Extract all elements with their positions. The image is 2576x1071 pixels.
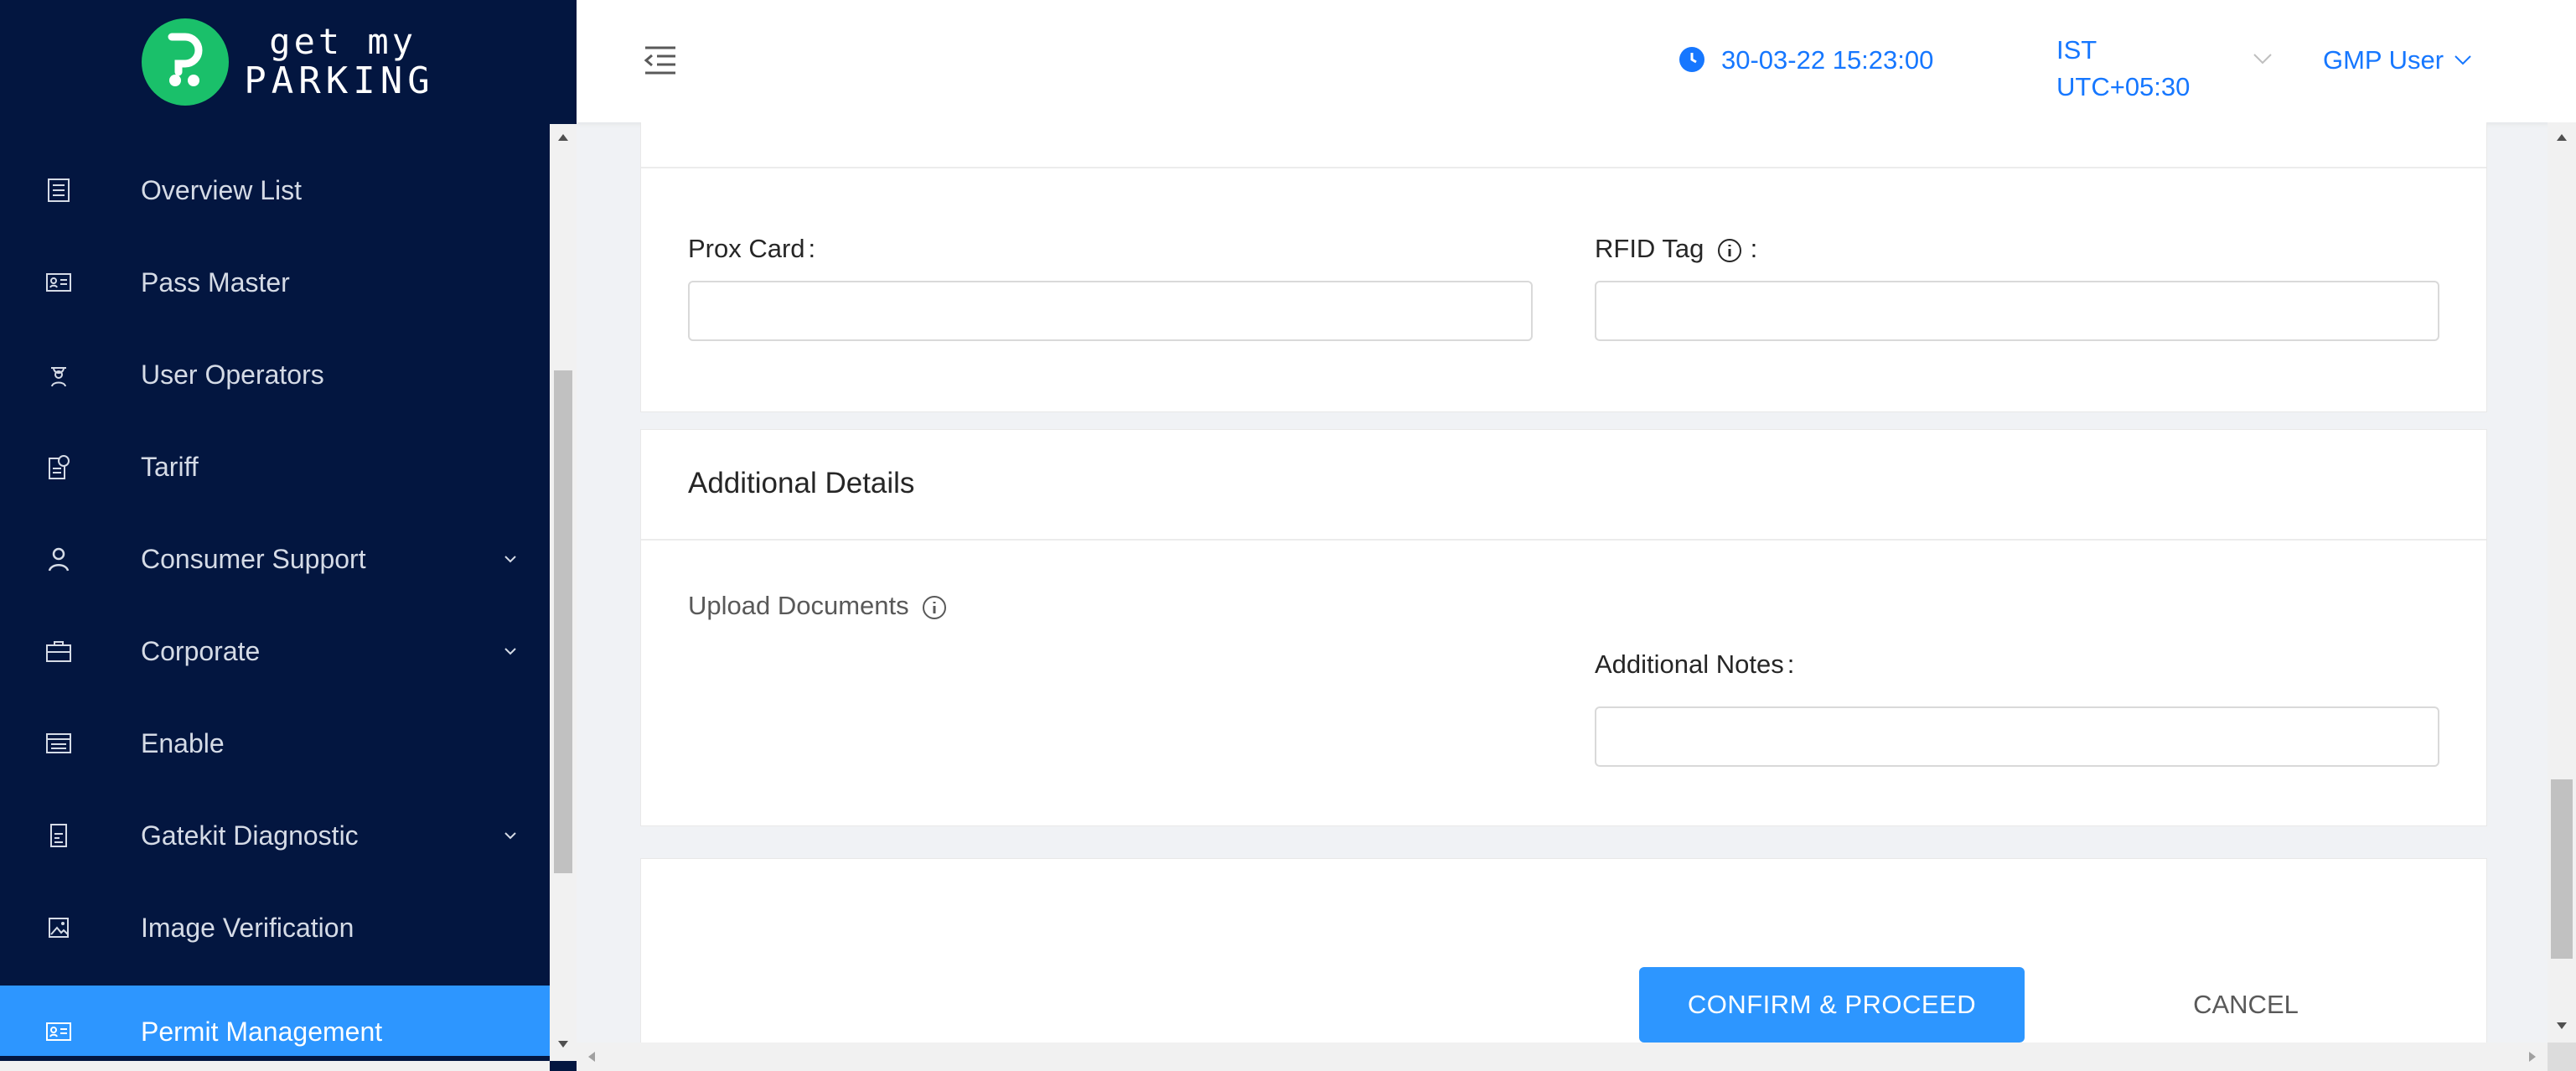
- timezone-name: IST: [2056, 35, 2098, 65]
- sidebar-item-label: Corporate: [141, 635, 261, 666]
- horizontal-scrollbar[interactable]: [577, 1043, 2548, 1071]
- main-scroll-thumb[interactable]: [2551, 779, 2573, 959]
- sidebar-item-label: Enable: [141, 727, 225, 758]
- sidebar-item-label: Consumer Support: [141, 543, 366, 574]
- sidebar-item-overview-list[interactable]: Overview List: [0, 144, 550, 236]
- additional-details-card: Additional Details Upload Documents Addi…: [640, 429, 2487, 826]
- additional-notes-label: Additional Notes:: [1595, 649, 1795, 679]
- scroll-right-arrow[interactable]: [2529, 1052, 2536, 1062]
- main-scrollbar[interactable]: [2548, 122, 2576, 1043]
- chevron-down-icon: [504, 556, 516, 563]
- scrollbar-corner: [2548, 1043, 2576, 1071]
- info-icon[interactable]: [1716, 237, 1743, 264]
- scroll-up-arrow[interactable]: [558, 134, 568, 141]
- scroll-left-arrow[interactable]: [588, 1052, 595, 1062]
- info-icon[interactable]: [921, 594, 948, 621]
- chevron-down-icon: [504, 832, 516, 840]
- timezone-select[interactable]: IST UTC+05:30: [2056, 32, 2190, 106]
- sidebar-item-pass-master[interactable]: Pass Master: [0, 236, 550, 329]
- brand-text: get my PARKING: [244, 20, 435, 102]
- sidebar-scrollbar[interactable]: [550, 124, 577, 1061]
- prox-card-input[interactable]: [688, 281, 1533, 341]
- permit-icon: [44, 1017, 74, 1047]
- brand-line1: get my: [269, 20, 416, 62]
- briefcase-icon: [44, 636, 74, 666]
- prox-card-label: Prox Card:: [688, 234, 816, 263]
- user-icon: [44, 544, 74, 574]
- cancel-button[interactable]: CANCEL: [2145, 967, 2346, 1043]
- id-card-icon: [44, 267, 74, 298]
- sidebar-item-label: Tariff: [141, 451, 199, 482]
- enable-icon: [44, 728, 74, 758]
- list-icon: [44, 175, 74, 205]
- main-content: Prox Card: RFID Tag : Additional Details…: [577, 122, 2548, 1043]
- user-menu[interactable]: GMP User: [2323, 45, 2472, 75]
- logo-icon: [142, 18, 230, 106]
- confirm-proceed-button[interactable]: CONFIRM & PROCEED: [1639, 967, 2025, 1043]
- sidebar-item-image-verification[interactable]: Image Verification: [0, 882, 550, 974]
- diagnostic-icon: [44, 820, 74, 851]
- card-divider: [641, 539, 2486, 541]
- operator-icon: [44, 360, 74, 390]
- chevron-down-icon: [504, 648, 516, 655]
- rfid-tag-label: RFID Tag :: [1595, 234, 1758, 264]
- sidebar-item-label: Permit Management: [141, 1016, 383, 1047]
- sidebar-item-label: Pass Master: [141, 266, 290, 298]
- chevron-down-icon[interactable]: [2253, 52, 2273, 65]
- sidebar-item-label: Image Verification: [141, 912, 354, 943]
- sidebar-item-label: Gatekit Diagnostic: [141, 820, 359, 851]
- user-name: GMP User: [2323, 45, 2444, 75]
- sidebar-item-permit-management[interactable]: Permit Management: [0, 986, 550, 1056]
- sidebar-horizontal-scrollbar[interactable]: [0, 1061, 550, 1071]
- sidebar-item-user-operators[interactable]: User Operators: [0, 329, 550, 421]
- chevron-down-icon: [2454, 55, 2471, 65]
- top-header: 30-03-22 15:23:00 IST UTC+05:30 GMP User: [577, 0, 2576, 122]
- tariff-icon: [44, 452, 74, 482]
- timezone-offset: UTC+05:30: [2056, 72, 2191, 101]
- sidebar-item-gatekit-diagnostic[interactable]: Gatekit Diagnostic: [0, 789, 550, 882]
- rfid-tag-input[interactable]: [1595, 281, 2439, 341]
- sidebar-item-tariff[interactable]: Tariff: [0, 421, 550, 513]
- upload-documents-label: Upload Documents: [688, 591, 948, 621]
- brand-line2: PARKING: [244, 59, 435, 102]
- menu-collapse-icon[interactable]: [644, 45, 677, 75]
- image-icon: [44, 913, 74, 943]
- additional-notes-input[interactable]: [1595, 706, 2439, 767]
- scroll-down-arrow[interactable]: [2557, 1022, 2567, 1029]
- sidebar: get my PARKING Overview List Pass Master…: [0, 0, 577, 1071]
- sidebar-menu: Overview List Pass Master User Operators…: [0, 124, 550, 1056]
- scroll-up-arrow[interactable]: [2557, 134, 2567, 141]
- credentials-card: Prox Card: RFID Tag :: [640, 122, 2487, 412]
- clock-icon: [1679, 47, 1704, 72]
- sidebar-item-label: User Operators: [141, 359, 324, 390]
- sidebar-item-consumer-support[interactable]: Consumer Support: [0, 513, 550, 605]
- card-divider: [641, 167, 2486, 168]
- sidebar-item-corporate[interactable]: Corporate: [0, 605, 550, 697]
- sidebar-scroll-thumb[interactable]: [554, 370, 572, 873]
- additional-details-title: Additional Details: [688, 467, 915, 499]
- sidebar-item-enable[interactable]: Enable: [0, 697, 550, 789]
- sidebar-item-label: Overview List: [141, 174, 303, 205]
- brand-logo[interactable]: get my PARKING: [0, 0, 577, 124]
- scroll-down-arrow[interactable]: [558, 1041, 568, 1048]
- current-datetime: 30-03-22 15:23:00: [1721, 45, 1934, 75]
